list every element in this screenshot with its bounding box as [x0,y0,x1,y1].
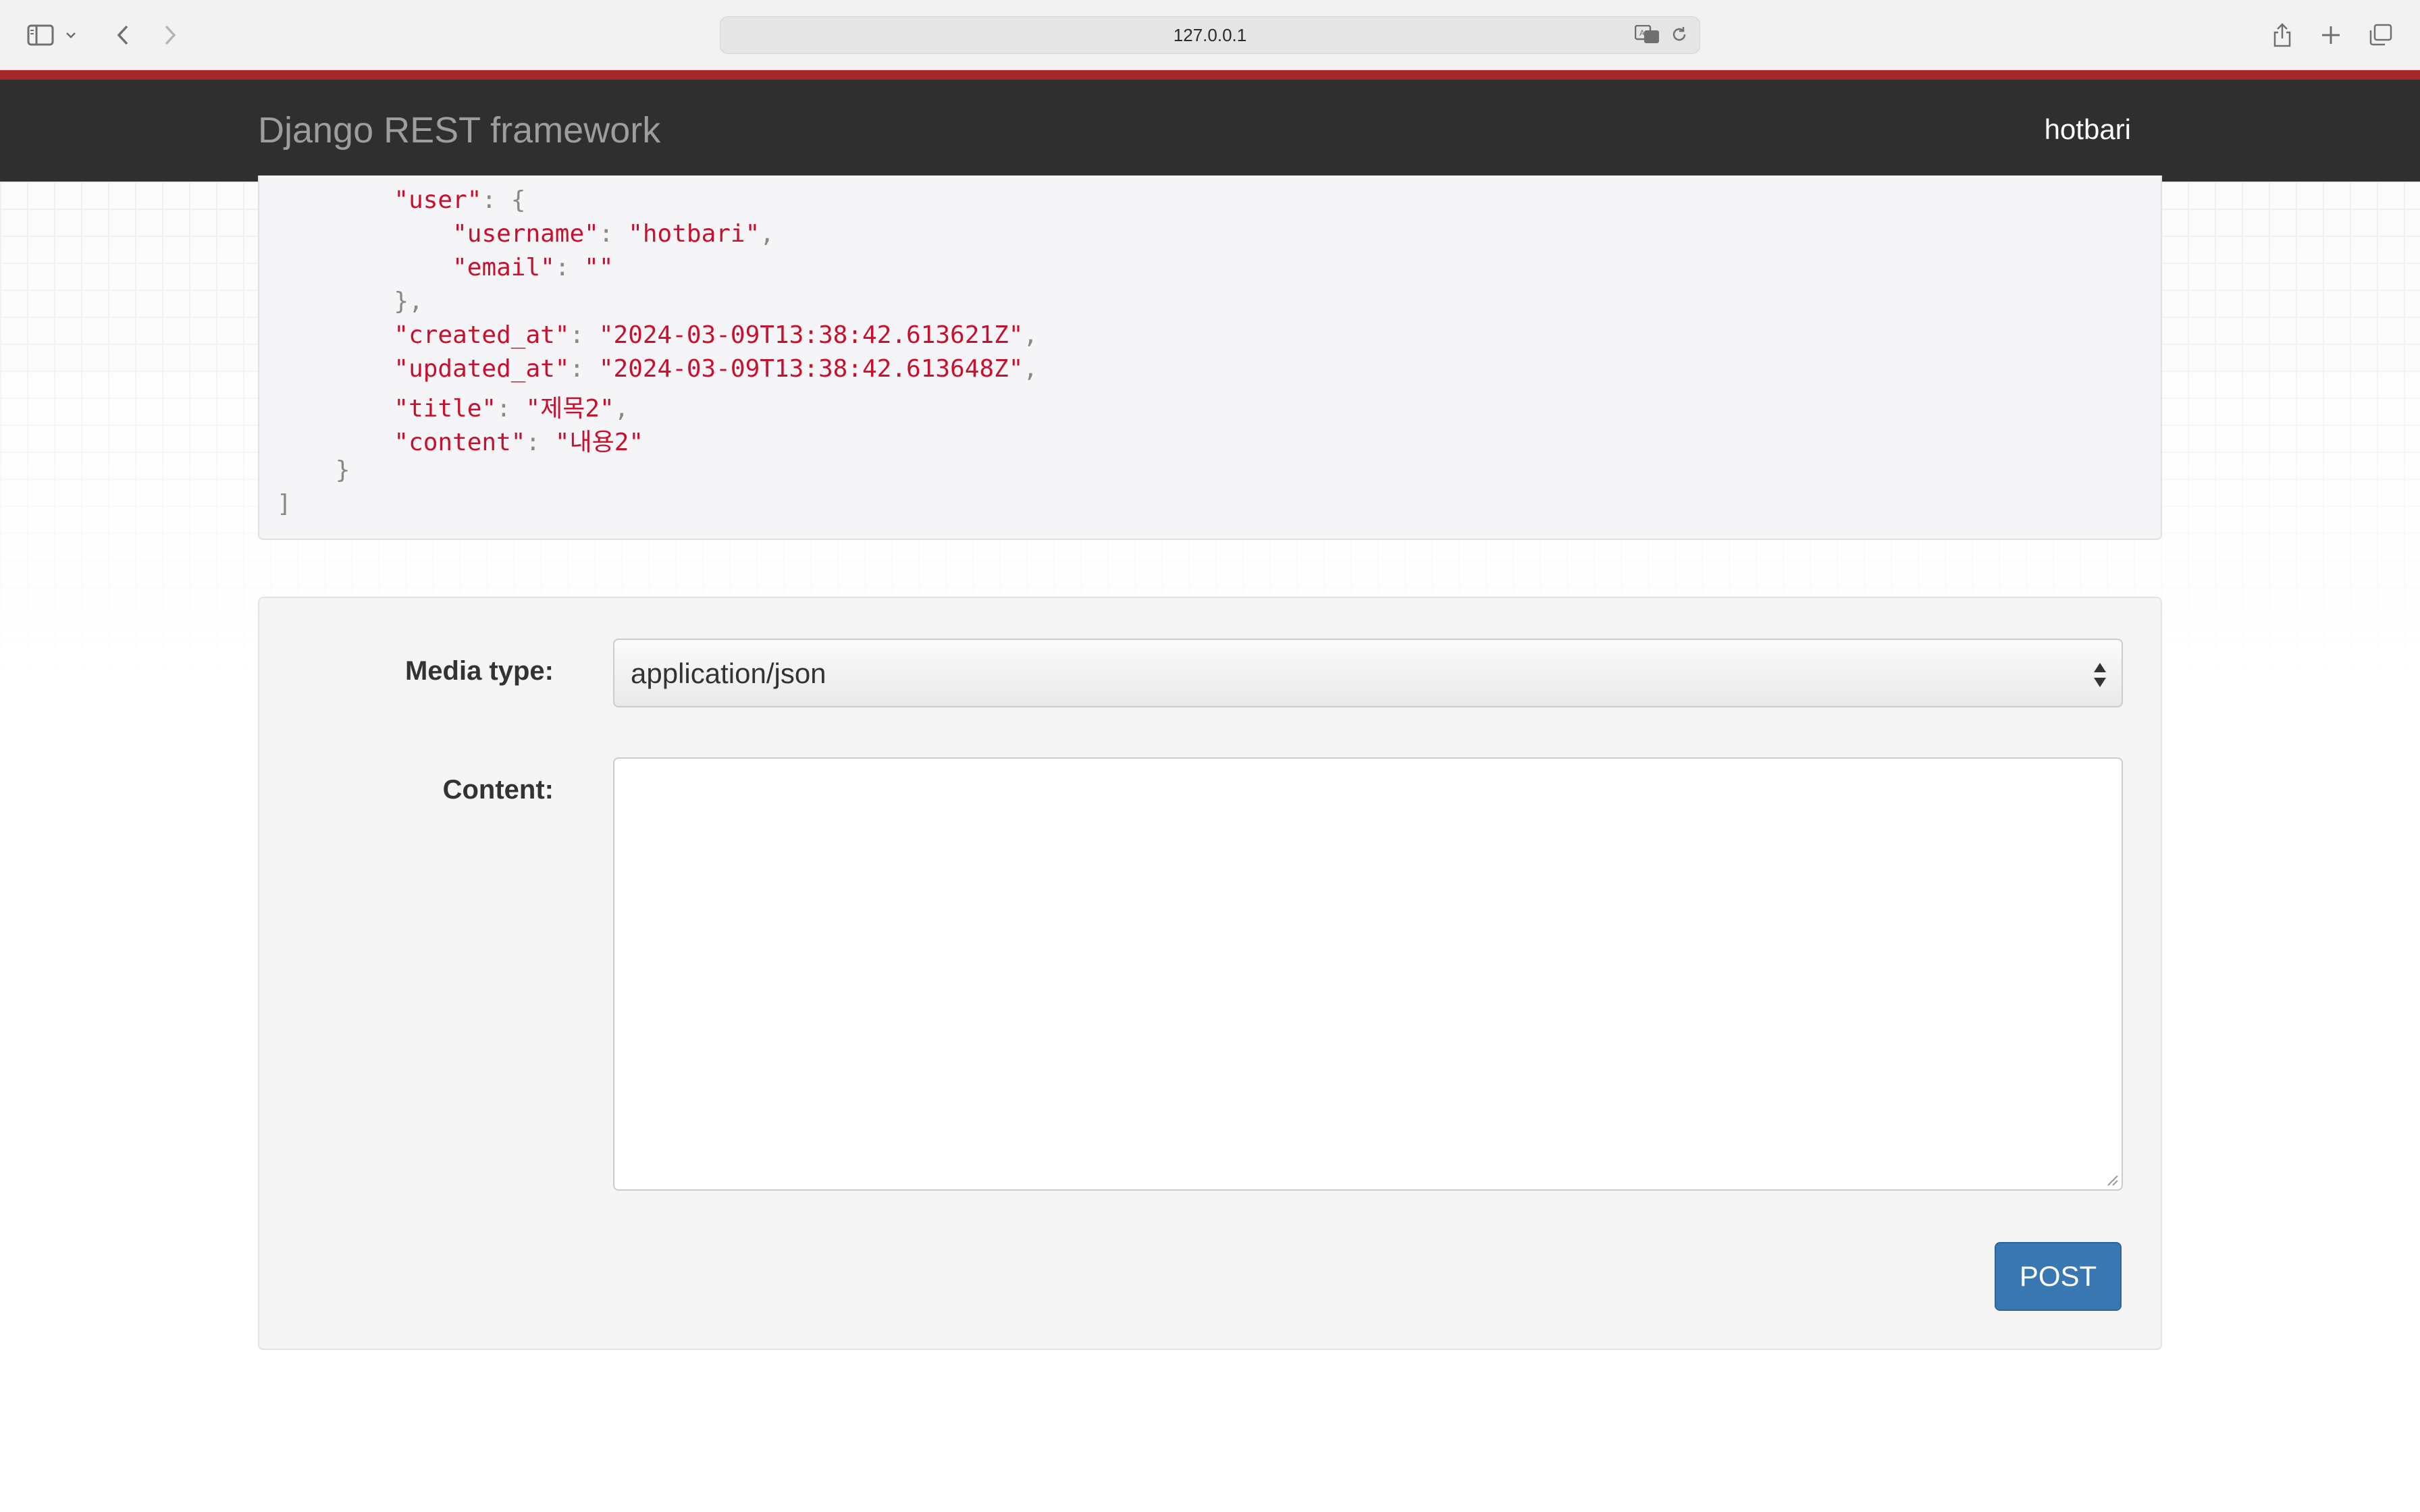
address-bar[interactable]: 127.0.0.1 A [720,16,1700,54]
resize-handle-icon[interactable] [2105,1173,2119,1187]
raw-data-form: Media type: application/json Content: PO… [258,597,2162,1350]
json-line: }, [277,288,423,321]
new-tab-icon[interactable] [2313,18,2348,53]
json-punctuation: , [760,220,774,248]
json-line: "created_at": "2024-03-09T13:38:42.61362… [277,321,1038,355]
forward-icon[interactable] [153,18,188,53]
media-type-value: application/json [631,657,826,689]
json-line: "username": "hotbari", [277,220,774,254]
json-line: "user": { [277,186,525,220]
json-separator: : [481,186,511,214]
browser-toolbar: 127.0.0.1 A [0,0,2420,70]
json-key: "title" [394,395,497,423]
json-punctuation: ] [277,490,292,518]
json-separator: : [598,220,629,248]
json-line: ] [277,490,292,524]
json-key: "email" [452,254,555,281]
svg-text:A: A [1639,28,1645,38]
post-button[interactable]: POST [1995,1242,2122,1311]
json-punctuation: } [335,456,350,484]
json-line: } [277,456,350,490]
json-key: "user" [394,186,482,214]
json-value: "2024-03-09T13:38:42.613621Z" [598,321,1024,349]
reload-icon[interactable] [1670,25,1689,47]
json-separator: : [569,355,599,383]
json-value: "hotbari" [628,220,760,248]
back-icon[interactable] [105,18,140,53]
json-punctuation: , [614,395,629,423]
json-line: "email": "" [277,254,614,288]
share-icon[interactable] [2265,18,2300,53]
json-punctuation: , [1023,321,1038,349]
json-line: "updated_at": "2024-03-09T13:38:42.61364… [277,355,1038,389]
content-label: Content: [442,775,554,805]
json-separator: : [569,321,599,349]
json-key: "updated_at" [394,355,570,383]
json-punctuation: { [510,186,526,214]
json-punctuation: }, [394,288,423,315]
user-menu[interactable]: hotbari [2045,113,2131,146]
json-key: "username" [452,220,599,248]
navbar-accent-stripe [0,70,2420,80]
json-value: "내용2" [554,429,644,456]
json-separator: : [496,395,526,423]
url-text: 127.0.0.1 [1173,24,1247,45]
media-type-select[interactable]: application/json [613,639,2123,707]
response-content: "user": { "username": "hotbari", "email"… [258,176,2162,540]
content-textarea[interactable] [613,757,2123,1191]
json-key: "content" [394,429,526,456]
navbar: Django REST framework hotbari [0,80,2420,182]
media-type-label: Media type: [404,656,554,686]
brand-link[interactable]: Django REST framework [258,109,660,151]
json-key: "created_at" [394,321,570,349]
sidebar-icon[interactable] [23,18,58,53]
json-line: "title": "제목2", [277,389,629,423]
json-value: "2024-03-09T13:38:42.613648Z" [598,355,1024,383]
json-value: "제목2" [525,395,614,423]
json-punctuation: , [1023,355,1038,383]
json-separator: : [525,429,555,456]
select-arrows-icon [2092,659,2108,691]
translate-icon[interactable]: A [1634,24,1660,47]
json-value: "" [584,254,614,281]
json-separator: : [554,254,585,281]
chevron-down-icon[interactable] [61,18,81,53]
json-line: "content": "내용2" [277,423,643,456]
tabs-overview-icon[interactable] [2363,18,2398,53]
